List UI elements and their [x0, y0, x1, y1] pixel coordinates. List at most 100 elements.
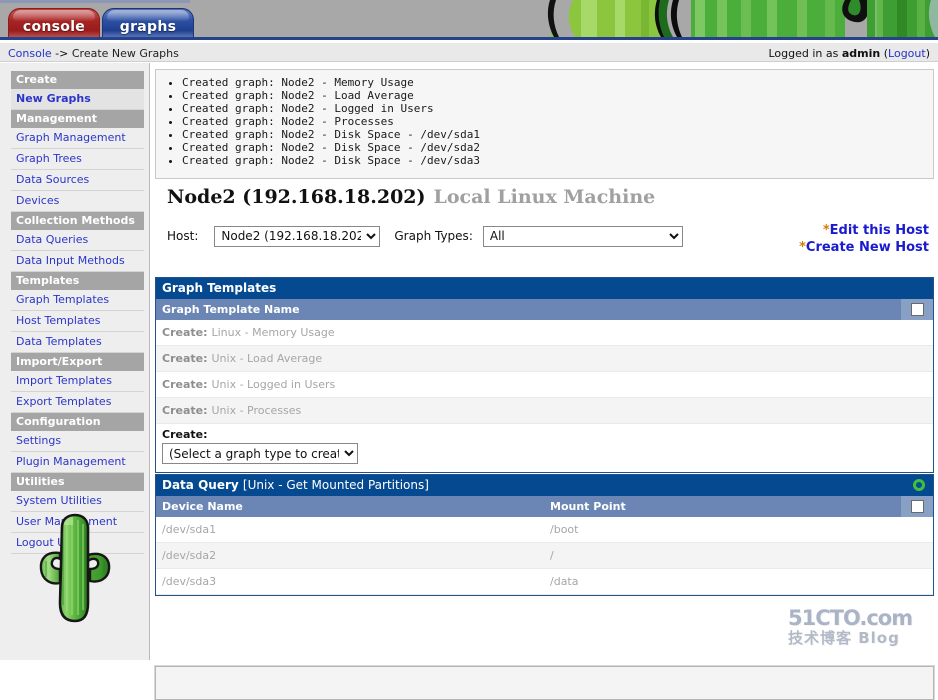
cactus-icon	[26, 511, 130, 641]
graph-template-cell: Create: Linux - Memory Usage	[156, 326, 335, 339]
data-query-select-all-checkbox[interactable]	[910, 500, 924, 513]
main-tab-bar[interactable]: console graphs	[8, 8, 194, 37]
message-list-item: Created graph: Node2 - Memory Usage	[182, 76, 933, 89]
breadcrumb-console-link[interactable]: Console	[8, 47, 52, 60]
host-description: Local Linux Machine	[433, 186, 656, 208]
graph-template-name: Unix - Logged in Users	[211, 378, 336, 391]
sidebar-item-data-templates[interactable]: Data Templates	[11, 332, 144, 353]
data-query-panel: Data Query [Unix - Get Mounted Partition…	[155, 474, 934, 596]
graph-types-label: Graph Types:	[394, 229, 473, 243]
table-row[interactable]: Create: Unix - Logged in Users	[156, 372, 933, 398]
sidebar-group-header: Import/Export	[11, 353, 144, 371]
sidebar-group-header: Collection Methods	[11, 212, 144, 230]
logged-in-user: admin	[841, 47, 881, 60]
data-query-title: Data Query	[162, 478, 239, 492]
asterisk-icon: *	[799, 240, 806, 255]
top-banner: console graphs	[0, 0, 938, 40]
sidebar-item-settings[interactable]: Settings	[11, 431, 144, 452]
breadcrumb-current: Create New Graphs	[71, 47, 179, 60]
banner-cactus-artwork	[545, 0, 938, 37]
main-content: Created graph: Node2 - Memory UsageCreat…	[151, 63, 938, 700]
page-title: Node2 (192.168.18.202) Local Linux Machin…	[167, 186, 655, 208]
mount-point-cell: /boot	[550, 523, 579, 536]
create-prefix: Create:	[162, 378, 208, 391]
create-label: Create:	[162, 428, 208, 441]
message-list-item: Created graph: Node2 - Processes	[182, 115, 933, 128]
table-row[interactable]: /dev/sda1/boot	[156, 517, 933, 543]
logout-link[interactable]: Logout	[888, 47, 926, 60]
create-prefix: Create:	[162, 326, 208, 339]
message-list-item: Created graph: Node2 - Load Average	[182, 89, 933, 102]
graph-templates-header: Graph Templates	[156, 278, 933, 299]
sidebar-group-header: Management	[11, 110, 144, 128]
table-row[interactable]: /dev/sda2 /	[156, 543, 933, 569]
sidebar-item-graph-management[interactable]: Graph Management	[11, 128, 144, 149]
table-row[interactable]: Create: Unix - Load Average	[156, 346, 933, 372]
asterisk-icon: *	[822, 223, 830, 238]
create-new-host-link[interactable]: Create New Host	[806, 240, 929, 255]
column-mount-point: Mount Point	[550, 500, 626, 513]
edit-this-host-row: *Edit this Host	[799, 222, 929, 239]
create-prefix: Create:	[162, 404, 208, 417]
table-row[interactable]: Create: Unix - Processes	[156, 398, 933, 424]
sidebar-item-host-templates[interactable]: Host Templates	[11, 311, 144, 332]
sidebar-item-devices[interactable]: Devices	[11, 191, 144, 212]
action-button-bar[interactable]	[154, 665, 935, 700]
banner-top-rule	[0, 0, 190, 3]
sidebar-item-graph-trees[interactable]: Graph Trees	[11, 149, 144, 170]
sidebar-item-plugin-management[interactable]: Plugin Management	[11, 452, 144, 473]
tab-console-label: console	[22, 19, 86, 35]
sidebar-item-new-graphs[interactable]: New Graphs	[11, 89, 144, 110]
message-list: Created graph: Node2 - Memory UsageCreat…	[156, 76, 933, 167]
graph-template-name: Linux - Memory Usage	[211, 326, 335, 339]
create-prefix: Create:	[162, 352, 208, 365]
create-graph-type-select[interactable]: (Select a graph type to create)	[162, 443, 358, 464]
graph-templates-select-all-cell[interactable]	[901, 299, 933, 320]
sidebar-item-graph-templates[interactable]: Graph Templates	[11, 290, 144, 311]
sidebar-item-system-utilities[interactable]: System Utilities	[11, 491, 144, 512]
device-name-cell: /dev/sda2	[162, 549, 217, 562]
breadcrumb-bar: Console -> Create New Graphs Logged in a…	[0, 43, 938, 62]
message-list-item: Created graph: Node2 - Disk Space - /dev…	[182, 128, 933, 141]
graph-templates-select-all-checkbox[interactable]	[910, 303, 924, 316]
table-row[interactable]: Create: Linux - Memory Usage	[156, 320, 933, 346]
host-select[interactable]: Node2 (192.168.18.202)	[214, 225, 381, 247]
device-name-cell: /dev/sda1	[162, 523, 217, 536]
sidebar-item-import-templates[interactable]: Import Templates	[11, 371, 144, 392]
tab-console[interactable]: console	[8, 8, 100, 37]
column-device-name: Device Name	[162, 500, 243, 513]
session-info: Logged in as admin (Logout)	[768, 47, 930, 60]
create-new-host-row: *Create New Host	[799, 239, 929, 256]
edit-this-host-link[interactable]: Edit this Host	[830, 223, 929, 238]
graph-template-cell: Create: Unix - Load Average	[156, 352, 322, 365]
graph-types-select[interactable]: All	[482, 225, 683, 247]
sidebar-group-header: Configuration	[11, 413, 144, 431]
sidebar-item-export-templates[interactable]: Export Templates	[11, 392, 144, 413]
graph-templates-column-header: Graph Template Name	[156, 299, 933, 320]
device-name-cell: /dev/sda3	[162, 575, 217, 588]
tab-graphs[interactable]: graphs	[102, 8, 194, 37]
graph-templates-panel: Graph Templates Graph Template Name Crea…	[155, 277, 934, 473]
sidebar-item-data-queries[interactable]: Data Queries	[11, 230, 144, 251]
tab-graphs-label: graphs	[119, 19, 177, 35]
host-name: Node2 (192.168.18.202)	[167, 186, 426, 208]
green-ring-icon[interactable]	[913, 479, 925, 491]
sidebar-item-data-sources[interactable]: Data Sources	[11, 170, 144, 191]
data-query-select-all-cell[interactable]	[901, 496, 933, 517]
sidebar-group-header: Templates	[11, 272, 144, 290]
message-list-item: Created graph: Node2 - Disk Space - /dev…	[182, 141, 933, 154]
graph-template-name: Unix - Processes	[211, 404, 302, 417]
sidebar-group-header: Create	[11, 71, 144, 89]
table-row[interactable]: /dev/sda3/data	[156, 569, 933, 595]
sidebar-menu: Create New Graphs Management Graph Manageme…	[11, 71, 144, 554]
sidebar-group-header: Utilities	[11, 473, 144, 491]
cactus-svg	[39, 513, 111, 623]
message-log-panel: Created graph: Node2 - Memory UsageCreat…	[155, 69, 934, 179]
sidebar-item-data-input-methods[interactable]: Data Input Methods	[11, 251, 144, 272]
host-action-links: *Edit this Host *Create New Host	[799, 222, 929, 256]
data-query-rows: /dev/sda1/boot/dev/sda2 / /dev/sda3/data	[156, 517, 933, 595]
graph-template-cell: Create: Unix - Logged in Users	[156, 378, 335, 391]
graph-template-name: Unix - Load Average	[211, 352, 323, 365]
host-selector-row: Host: Node2 (192.168.18.202) Graph Types…	[167, 224, 727, 248]
message-list-item: Created graph: Node2 - Disk Space - /dev…	[182, 154, 933, 167]
